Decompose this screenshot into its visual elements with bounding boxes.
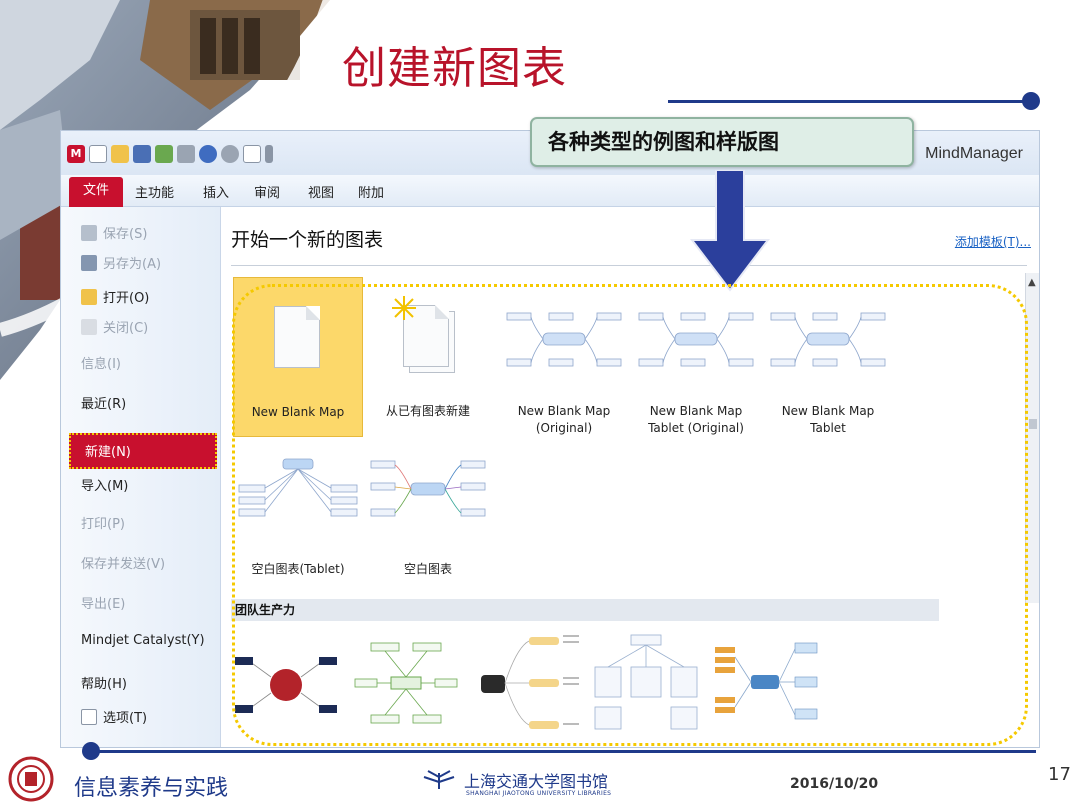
- sidebar-item-label: 导出(E): [81, 597, 126, 612]
- sidebar-item-recent[interactable]: 最近(R): [81, 393, 126, 412]
- sidebar-item-label: Mindjet Catalyst(Y): [81, 633, 205, 648]
- sidebar-item-catalyst[interactable]: Mindjet Catalyst(Y): [81, 633, 205, 648]
- tab-view[interactable]: 视图: [308, 182, 334, 201]
- new-document-icon[interactable]: [89, 145, 107, 163]
- library-emblem-icon: [423, 770, 455, 789]
- save-as-icon: [81, 254, 97, 271]
- callout-box: 各种类型的例图和样版图: [530, 117, 914, 167]
- sidebar-item-label: 保存并发送(V): [81, 557, 166, 572]
- library-name: 上海交通大学图书馆: [464, 772, 609, 791]
- sidebar-item-label: 最近(R): [81, 397, 127, 412]
- sidebar-item-print[interactable]: 打印(P): [81, 513, 125, 532]
- sidebar-item-label: 帮助(H): [81, 677, 127, 692]
- quick-access-toolbar: M: [67, 145, 273, 163]
- app-logo-icon[interactable]: M: [67, 145, 85, 163]
- add-template-link[interactable]: 添加模板(T)...: [955, 233, 1031, 250]
- sidebar-item-open[interactable]: 打开(O): [81, 287, 149, 306]
- save-icon: [81, 224, 97, 241]
- sidebar-item-label: 信息(I): [81, 357, 121, 372]
- slide-date: 2016/10/20: [790, 776, 879, 792]
- app-name: MindManager: [925, 145, 1023, 162]
- help-icon[interactable]: [243, 145, 261, 163]
- page-number: 17: [1048, 764, 1071, 785]
- footer-course-title: 信息素养与实践: [74, 776, 229, 801]
- panel-divider: [231, 265, 1027, 266]
- tab-insert[interactable]: 插入: [203, 182, 229, 201]
- customize-toolbar-icon[interactable]: [265, 145, 273, 163]
- sidebar-item-label: 选项(T): [103, 711, 148, 726]
- scroll-up-icon[interactable]: ▲: [1028, 277, 1036, 288]
- footer-line: [90, 750, 1036, 753]
- sidebar-item-save-send[interactable]: 保存并发送(V): [81, 553, 165, 572]
- sidebar-item-help[interactable]: 帮助(H): [81, 673, 127, 692]
- sidebar-item-options[interactable]: 选项(T): [81, 707, 147, 726]
- sidebar-item-label: 打印(P): [81, 517, 125, 532]
- university-seal-icon: [8, 756, 54, 802]
- scrollbar-thumb[interactable]: [1029, 419, 1037, 429]
- panel-title: 开始一个新的图表: [231, 229, 384, 251]
- footer-dot: [82, 742, 100, 760]
- save-icon[interactable]: [133, 145, 151, 163]
- gallery-highlight-outline: [232, 284, 1028, 746]
- sidebar-item-label: 导入(M): [81, 479, 129, 494]
- open-folder-icon[interactable]: [111, 145, 129, 163]
- tab-review[interactable]: 审阅: [254, 182, 280, 201]
- sidebar-item-new[interactable]: 新建(N): [69, 433, 217, 469]
- sidebar-item-info[interactable]: 信息(I): [81, 353, 121, 372]
- redo-icon[interactable]: [221, 145, 239, 163]
- sidebar-item-save-as[interactable]: 另存为(A): [81, 253, 161, 272]
- sidebar-item-label: 打开(O): [103, 291, 150, 306]
- format-painter-icon[interactable]: [177, 145, 195, 163]
- title-underline-dot: [1022, 92, 1040, 110]
- mindmap-icon[interactable]: [155, 145, 173, 163]
- ribbon-tabs: 文件 主功能 插入 审阅 视图 附加: [61, 175, 1039, 207]
- sidebar-item-close[interactable]: 关闭(C): [81, 317, 148, 336]
- library-logo: 上海交通大学图书馆 SHANGHAI JIAOTONG UNIVERSITY L…: [420, 768, 611, 797]
- tab-home[interactable]: 主功能: [135, 182, 174, 201]
- options-icon: [81, 708, 97, 725]
- open-folder-icon: [81, 288, 97, 305]
- sidebar-item-label: 关闭(C): [103, 321, 149, 336]
- undo-icon[interactable]: [199, 145, 217, 163]
- sidebar-item-export[interactable]: 导出(E): [81, 593, 125, 612]
- slide-title: 创建新图表: [342, 43, 567, 94]
- down-arrow-icon: [690, 170, 770, 292]
- sidebar-item-save[interactable]: 保存(S): [81, 223, 147, 242]
- sidebar-item-label: 另存为(A): [103, 257, 162, 272]
- tab-file[interactable]: 文件: [69, 177, 123, 207]
- sidebar-item-label: 保存(S): [103, 227, 148, 242]
- backstage-sidebar: 保存(S) 另存为(A) 打开(O) 关闭(C) 信息(I) 最近(R) 新建(…: [61, 207, 221, 747]
- tab-addins[interactable]: 附加: [358, 182, 384, 201]
- title-underline: [668, 100, 1026, 103]
- close-folder-icon: [81, 318, 97, 335]
- library-name-english: SHANGHAI JIAOTONG UNIVERSITY LIBRARIES: [466, 790, 612, 797]
- sidebar-item-import[interactable]: 导入(M): [81, 475, 128, 494]
